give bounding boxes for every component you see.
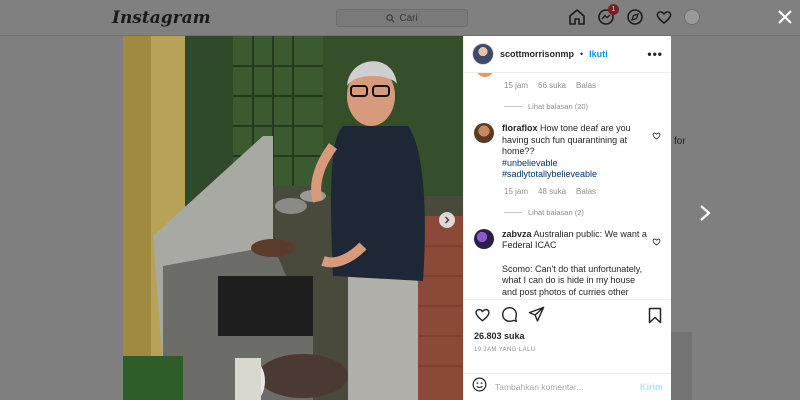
commenter-avatar-partial <box>476 73 494 77</box>
carousel-next-button[interactable] <box>439 212 455 228</box>
comment-meta: 15 jam 66 suka Balas <box>474 81 661 90</box>
comment-text-continued: Scomo: Can't do that unfortunately, what… <box>502 263 643 300</box>
post-time-ago: 19 JAM YANG LALU <box>474 347 536 353</box>
background-text: for <box>674 136 686 147</box>
comment-item: zabvza Australian public: We want a Fede… <box>474 228 661 300</box>
comment-likes[interactable]: 66 suka <box>538 81 566 90</box>
photo-illustration <box>123 36 463 400</box>
search-placeholder: Cari <box>399 12 418 24</box>
post-photo[interactable] <box>123 36 463 400</box>
nav-icons: 1 <box>568 4 700 26</box>
search-box[interactable]: Cari <box>336 9 468 27</box>
reply-link[interactable]: Balas <box>576 187 596 196</box>
commenter-username[interactable]: floraflox <box>502 123 538 133</box>
chevron-right-icon <box>445 216 450 224</box>
next-post-arrow-icon[interactable] <box>697 204 713 222</box>
like-comment-heart-icon[interactable] <box>652 127 661 140</box>
comment-item: floraflox How tone deaf are you having s… <box>474 123 661 181</box>
explore-icon[interactable] <box>626 8 644 26</box>
background-card <box>670 332 692 400</box>
instagram-logo[interactable]: Instagram <box>112 8 211 28</box>
emoji-picker-icon[interactable] <box>472 377 487 397</box>
like-heart-icon[interactable] <box>474 306 491 323</box>
replies-divider <box>504 106 522 107</box>
comment-likes[interactable]: 48 suka <box>538 187 566 196</box>
post-actions: 26.803 suka 19 JAM YANG LALU <box>464 299 671 373</box>
view-replies-link[interactable]: Lihat balasan (2) <box>474 208 661 217</box>
post-header: scottmorrisonmp • Ikuti ••• <box>464 36 671 73</box>
search-icon <box>386 13 395 22</box>
view-replies-link[interactable]: Lihat balasan (20) <box>474 102 661 111</box>
comment-icon[interactable] <box>501 306 518 323</box>
replies-divider <box>504 211 522 213</box>
follow-button[interactable]: Ikuti <box>589 49 608 59</box>
author-avatar[interactable] <box>472 43 494 65</box>
header-separator: • <box>580 49 584 59</box>
commenter-avatar[interactable] <box>474 228 494 249</box>
hashtag-link[interactable]: #unbelievable <box>502 158 650 170</box>
likes-count[interactable]: 26.803 suka <box>474 331 661 341</box>
comment-body: floraflox How tone deaf are you having s… <box>502 123 650 181</box>
comment-time: 15 jam <box>504 81 529 90</box>
comment-meta: 15 jam 48 suka Balas <box>474 187 661 196</box>
hashtag-link[interactable]: #sadlytotallybelieveable <box>502 169 650 181</box>
top-navigation-bar: Instagram Cari 1 <box>0 0 800 36</box>
post-side-panel: scottmorrisonmp • Ikuti ••• 15 jam 66 su… <box>463 36 671 400</box>
profile-avatar[interactable] <box>684 9 700 25</box>
post-modal: scottmorrisonmp • Ikuti ••• 15 jam 66 su… <box>123 36 671 400</box>
more-options-icon[interactable]: ••• <box>647 47 663 61</box>
comment-time: 15 jam <box>504 186 529 196</box>
comment-body: zabvza Australian public: We want a Fede… <box>502 229 650 300</box>
author-username[interactable]: scottmorrisonmp <box>500 49 574 59</box>
comments-list[interactable]: 15 jam 66 suka Balas Lihat balasan (20) … <box>464 73 671 299</box>
post-comment-button[interactable]: Kirim <box>640 382 663 392</box>
comment-composer: Kirim <box>464 373 671 400</box>
share-icon[interactable] <box>528 306 545 323</box>
action-icons <box>474 306 661 323</box>
commenter-avatar[interactable] <box>474 123 494 143</box>
home-icon[interactable] <box>568 8 586 26</box>
close-modal-icon[interactable] <box>776 8 794 26</box>
notification-badge: 1 <box>608 4 619 15</box>
messenger-icon[interactable]: 1 <box>597 4 619 26</box>
comment-input[interactable] <box>495 382 632 392</box>
view-replies-label: Lihat balasan (20) <box>528 102 589 111</box>
view-replies-label: Lihat balasan (2) <box>528 207 584 217</box>
commenter-username[interactable]: zabvza <box>502 229 532 239</box>
activity-heart-icon[interactable] <box>655 8 673 26</box>
like-comment-heart-icon[interactable] <box>652 233 661 246</box>
reply-link[interactable]: Balas <box>576 81 596 90</box>
save-bookmark-icon[interactable] <box>647 307 663 324</box>
